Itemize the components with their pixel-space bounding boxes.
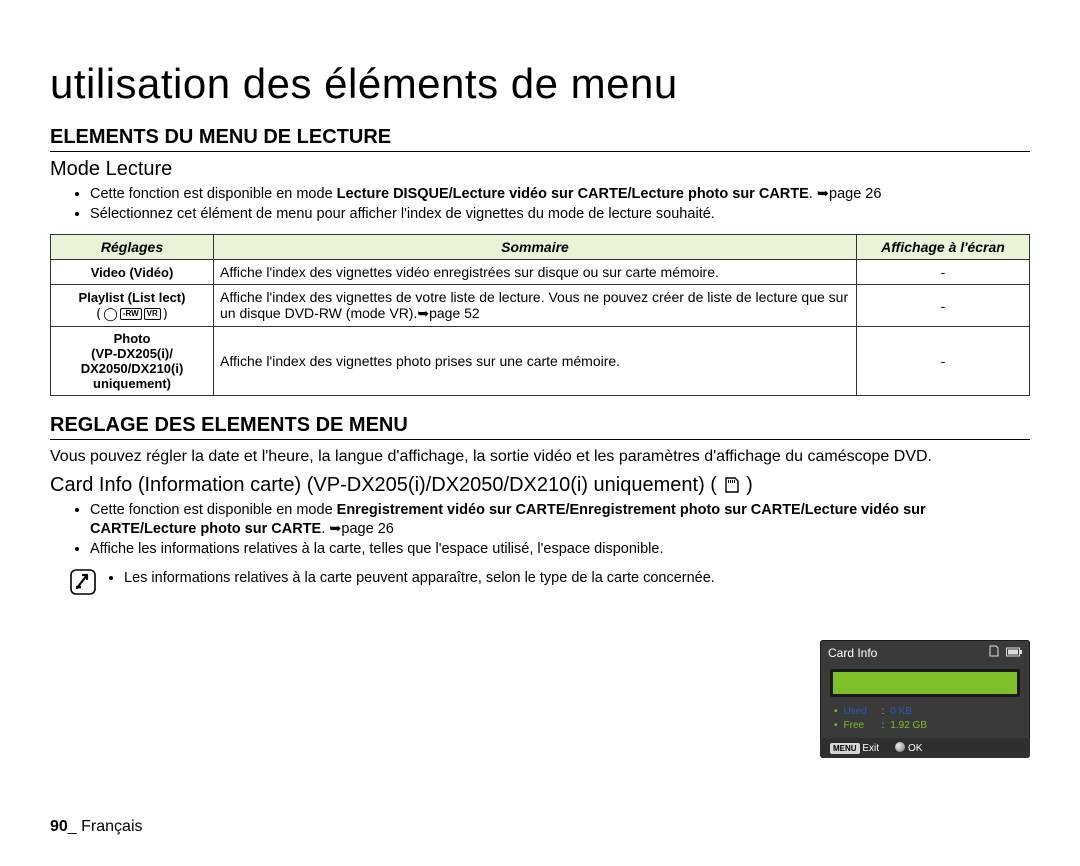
th-affichage: Affichage à l'écran — [857, 235, 1030, 260]
table-row: Playlist (List lect) (◯-RW VR) Affiche l… — [51, 285, 1030, 327]
lecture-bullets: Cette fonction est disponible en mode Le… — [50, 185, 1030, 224]
cell-sommaire-playlist: Affiche l'index des vignettes de votre l… — [214, 285, 857, 327]
page-title: utilisation des éléments de menu — [50, 60, 1030, 108]
cardinfo-bullet-1-pre: Cette fonction est disponible en mode — [90, 502, 337, 518]
osd-menu-exit: MENU Exit — [830, 743, 879, 754]
osd-used-line: • Used : 0 KB — [834, 705, 1016, 719]
subheading-card-info: Card Info (Information carte) (VP-DX205(… — [50, 474, 1030, 497]
section-heading-reglage: REGLAGE DES ELEMENTS DE MENU — [50, 414, 1030, 440]
memory-card-icon — [723, 476, 741, 494]
subheading-mode-lecture: Mode Lecture — [50, 158, 1030, 181]
lecture-bullet-1-post: . ➥page 26 — [809, 186, 882, 202]
page-footer: 90_ Français — [50, 818, 143, 836]
cell-sommaire-photo: Affiche l'index des vignettes photo pris… — [214, 327, 857, 396]
card-info-heading-text: Card Info (Information carte) (VP-DX205(… — [50, 474, 717, 496]
osd-ok: OK — [895, 742, 922, 754]
card-info-osd: Card Info • Used : 0 KB • Free — [820, 640, 1030, 758]
reglage-paragraph: Vous pouvez régler la date et l'heure, l… — [50, 446, 1030, 468]
cell-affichage-playlist: - — [857, 285, 1030, 327]
cell-reglages-photo: Photo (VP-DX205(i)/ DX2050/DX210(i) uniq… — [51, 327, 214, 396]
osd-ok-label: OK — [908, 743, 922, 754]
cardinfo-bullet-2: Affiche les informations relatives à la … — [90, 540, 1030, 560]
dvd-rw-icon: -RW — [120, 308, 142, 320]
card-info-heading-close: ) — [746, 474, 753, 496]
cell-reglages-video: Video (Vidéo) — [51, 260, 214, 285]
lecture-bullet-1-bold: Lecture DISQUE/Lecture vidéo sur CARTE/L… — [337, 186, 809, 202]
osd-exit-label: Exit — [862, 743, 879, 754]
th-reglages: Réglages — [51, 235, 214, 260]
cardinfo-bullets: Cette fonction est disponible en mode En… — [50, 501, 1030, 560]
cell-affichage-video: - — [857, 260, 1030, 285]
osd-capacity-bar — [830, 669, 1020, 697]
table-row: Photo (VP-DX205(i)/ DX2050/DX210(i) uniq… — [51, 327, 1030, 396]
footer-language: Français — [77, 818, 143, 835]
disc-format-icons: (◯-RW VR) — [96, 307, 168, 322]
lecture-table: Réglages Sommaire Affichage à l'écran Vi… — [50, 234, 1030, 396]
cardinfo-bullet-1-post: . ➥page 26 — [321, 521, 394, 537]
cell-reglages-playlist-label: Playlist (List lect) — [79, 290, 186, 305]
cell-affichage-photo: - — [857, 327, 1030, 396]
lecture-bullet-1: Cette fonction est disponible en mode Le… — [90, 185, 1030, 205]
th-sommaire: Sommaire — [214, 235, 857, 260]
lecture-bullet-2: Sélectionnez cet élément de menu pour af… — [90, 205, 1030, 225]
osd-free-value: 1.92 GB — [890, 719, 927, 733]
page-number: 90 — [50, 818, 68, 835]
cardinfo-bullet-1: Cette fonction est disponible en mode En… — [90, 501, 1030, 540]
osd-used-value: 0 KB — [890, 705, 912, 719]
cell-sommaire-video: Affiche l'index des vignettes vidéo enre… — [214, 260, 857, 285]
note-text: Les informations relatives à la carte pe… — [124, 569, 715, 589]
section-heading-lecture: ELEMENTS DU MENU DE LECTURE — [50, 126, 1030, 152]
footer-separator: _ — [68, 818, 77, 835]
table-row: Video (Vidéo) Affiche l'index des vignet… — [51, 260, 1030, 285]
osd-card-icon — [988, 645, 1000, 660]
osd-battery-icon — [1006, 646, 1022, 660]
osd-capacity-fill — [833, 672, 1017, 694]
osd-free-label: Free — [844, 719, 876, 733]
cell-reglages-playlist: Playlist (List lect) (◯-RW VR) — [51, 285, 214, 327]
lecture-bullet-1-pre: Cette fonction est disponible en mode — [90, 186, 337, 202]
note-icon — [70, 569, 96, 595]
osd-title: Card Info — [828, 646, 877, 660]
note-block: Les informations relatives à la carte pe… — [70, 569, 1030, 595]
osd-ok-button[interactable] — [895, 742, 905, 752]
osd-free-line: • Free : 1.92 GB — [834, 719, 1016, 733]
disc-icon: ◯ — [103, 307, 118, 322]
osd-used-label: Used — [844, 705, 876, 719]
osd-menu-button[interactable]: MENU — [830, 743, 860, 754]
vr-mode-icon: VR — [144, 308, 161, 320]
